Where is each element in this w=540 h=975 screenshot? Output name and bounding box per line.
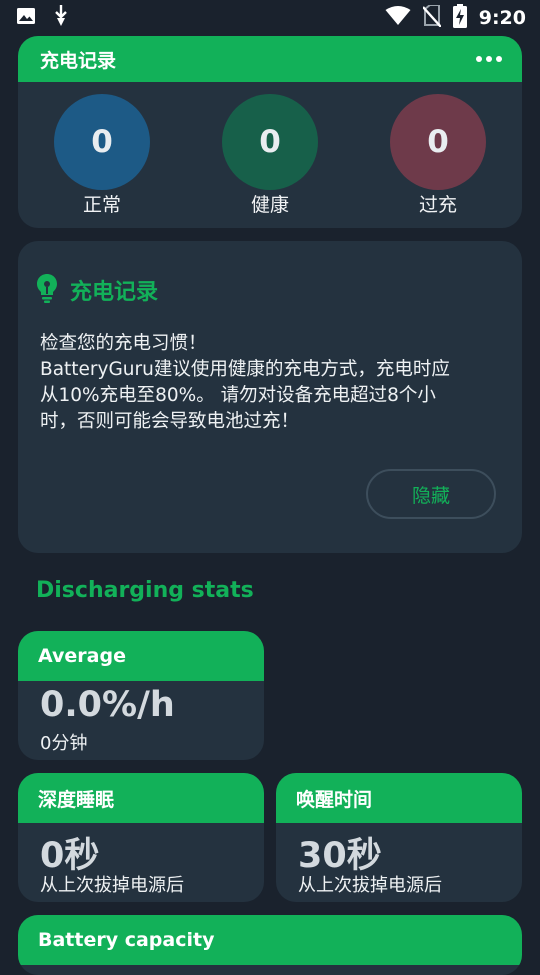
stat-normal-label: 正常 bbox=[82, 194, 121, 216]
charging-record-card: 充电记录 0 正常 0 健康 0 过充 bbox=[18, 36, 522, 228]
stat-overcharge-label: 过充 bbox=[418, 194, 457, 216]
charging-record-header: 充电记录 bbox=[18, 36, 522, 82]
lightbulb-icon bbox=[36, 273, 58, 307]
tip-line: 时，否则可能会导致电池过充！ bbox=[40, 411, 300, 432]
stat-overcharge: 0 过充 bbox=[378, 94, 498, 217]
tip-text: 检查您的充电习惯！ BatteryGuru建议使用健康的充电方式，充电时应 从1… bbox=[40, 331, 510, 435]
deep-sleep-header: 深度睡眠 bbox=[18, 773, 264, 823]
charging-tip-card: 充电记录 检查您的充电习惯！ BatteryGuru建议使用健康的充电方式，充电… bbox=[18, 241, 522, 553]
stat-normal: 0 正常 bbox=[42, 94, 162, 217]
average-card[interactable]: Average 0.0%/h 0分钟 bbox=[18, 631, 264, 760]
discharging-stats-title: Discharging stats bbox=[36, 578, 254, 603]
image-icon bbox=[16, 6, 36, 30]
charging-record-title: 充电记录 bbox=[40, 49, 117, 72]
charging-stats-row: 0 正常 0 健康 0 过充 bbox=[18, 94, 522, 224]
deep-sleep-sub: 从上次拔掉电源后 bbox=[40, 875, 184, 896]
awake-card[interactable]: 唤醒时间 30秒 从上次拔掉电源后 bbox=[276, 773, 522, 902]
tip-line: BatteryGuru建议使用健康的充电方式，充电时应 bbox=[40, 359, 450, 380]
battery-capacity-header: Battery capacity bbox=[18, 915, 522, 965]
tip-header: 充电记录 bbox=[36, 273, 158, 307]
stat-overcharge-circle: 0 bbox=[390, 94, 486, 190]
clock-time: 9:20 bbox=[478, 7, 526, 29]
download-icon bbox=[54, 5, 68, 31]
stat-healthy-label: 健康 bbox=[250, 194, 289, 216]
average-sub: 0分钟 bbox=[40, 733, 88, 754]
more-horizontal-icon[interactable] bbox=[476, 56, 502, 62]
deep-sleep-card[interactable]: 深度睡眠 0秒 从上次拔掉电源后 bbox=[18, 773, 264, 902]
stat-healthy-circle: 0 bbox=[222, 94, 318, 190]
stat-normal-circle: 0 bbox=[54, 94, 150, 190]
awake-sub: 从上次拔掉电源后 bbox=[298, 875, 442, 896]
average-header: Average bbox=[18, 631, 264, 681]
status-bar: 9:20 bbox=[0, 0, 540, 36]
stat-healthy: 0 健康 bbox=[210, 94, 330, 217]
tip-line: 从10%充电至80%。 请勿对设备充电超过8个小 bbox=[40, 385, 436, 406]
average-value: 0.0%/h bbox=[40, 685, 175, 725]
tip-title: 充电记录 bbox=[70, 280, 159, 305]
battery-capacity-card[interactable]: Battery capacity bbox=[18, 915, 522, 975]
no-sim-icon bbox=[421, 4, 442, 31]
wifi-icon bbox=[385, 6, 411, 30]
battery-charging-icon bbox=[452, 4, 467, 32]
battery-capacity-title: Battery capacity bbox=[38, 929, 215, 951]
awake-header: 唤醒时间 bbox=[276, 773, 522, 823]
average-title: Average bbox=[38, 645, 126, 667]
awake-title: 唤醒时间 bbox=[296, 788, 373, 811]
deep-sleep-title: 深度睡眠 bbox=[38, 788, 115, 811]
tip-line: 检查您的充电习惯！ bbox=[40, 333, 207, 354]
hide-button[interactable]: 隐藏 bbox=[366, 469, 496, 519]
